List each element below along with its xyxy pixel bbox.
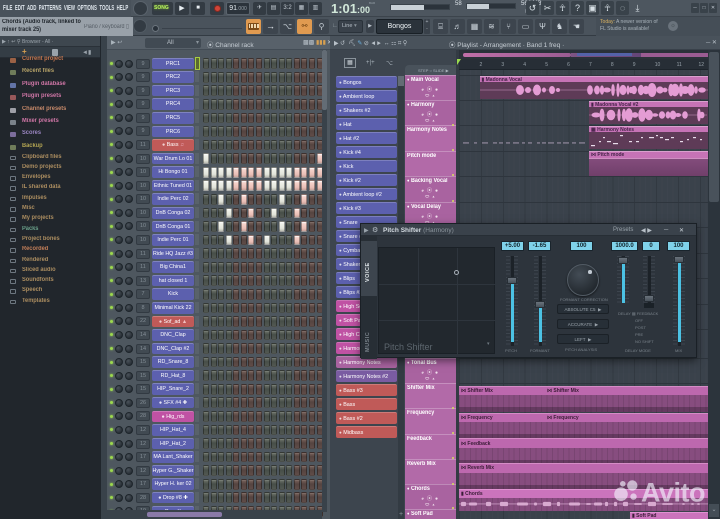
- svg-text:Avito: Avito: [641, 478, 705, 508]
